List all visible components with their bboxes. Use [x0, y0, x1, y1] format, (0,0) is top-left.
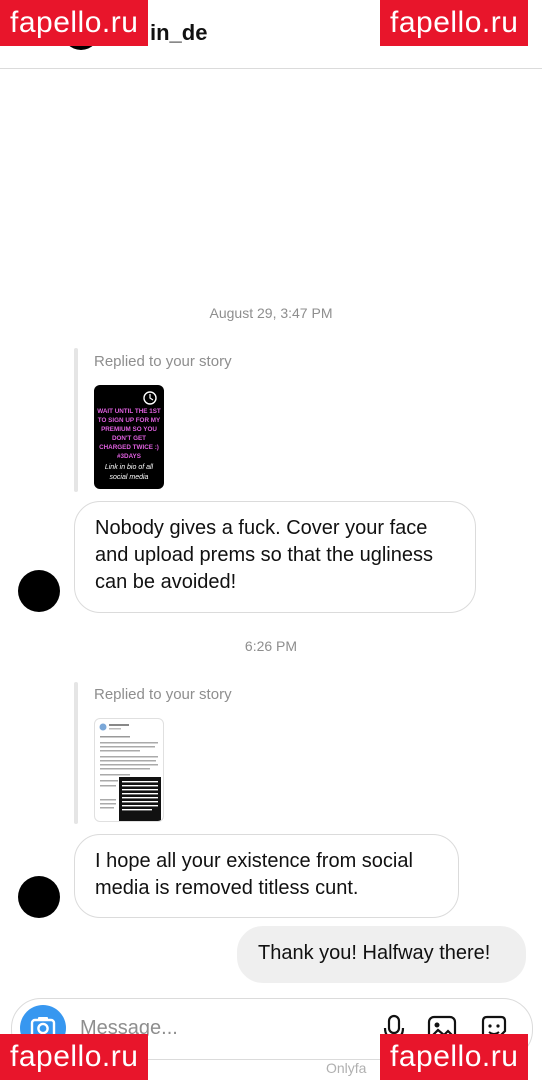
story-thumbnail[interactable]: [94, 718, 164, 822]
replied-to-story-label: Replied to your story: [94, 353, 232, 370]
reply-quote-bar: [74, 682, 78, 824]
reply-quote-bar: [74, 348, 78, 492]
timestamp: 6:26 PM: [244, 638, 298, 654]
sender-avatar[interactable]: [18, 570, 60, 612]
story-caption: Link in bio of all social media: [104, 464, 154, 481]
watermark-top-left: fapello.ru: [0, 0, 149, 46]
received-message[interactable]: Nobody gives a fuck. Cover your face and…: [74, 501, 476, 613]
footer-text: Onlyfa: [326, 1060, 367, 1076]
sender-avatar[interactable]: [18, 876, 60, 918]
watermark-top-right: fapello.ru: [380, 0, 529, 46]
watermark-bottom-left: fapello.ru: [0, 1034, 149, 1080]
story-text: WAIT UNTIL THE 1ST TO SIGN UP FOR MY PRE…: [97, 408, 161, 460]
replied-to-story-label: Replied to your story: [94, 686, 232, 703]
watermark-bottom-right: fapello.ru: [380, 1034, 529, 1080]
story-thumbnail[interactable]: WAIT UNTIL THE 1ST TO SIGN UP FOR MY PRE…: [94, 385, 164, 489]
contact-username[interactable]: in_de: [150, 20, 207, 46]
story-thumbnail-graphic: [99, 723, 161, 821]
timestamp: August 29, 3:47 PM: [209, 305, 333, 321]
sent-message[interactable]: Thank you! Halfway there!: [237, 926, 526, 983]
received-message[interactable]: I hope all your existence from social me…: [74, 834, 459, 918]
